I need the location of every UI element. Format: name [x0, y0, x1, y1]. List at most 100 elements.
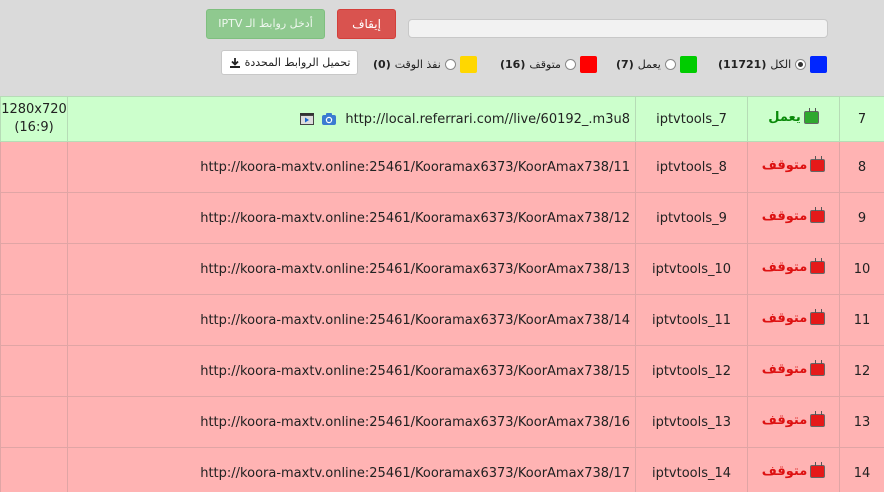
filter-all[interactable]: الكل (11721)	[718, 55, 828, 73]
channel-name-cell: iptvtools_14	[635, 447, 748, 492]
filter-stopped-count: (16)	[500, 57, 526, 71]
channel-name: iptvtools_14	[651, 465, 732, 481]
enter-links-button[interactable]: أدخل روابط الـ IPTV	[206, 9, 325, 39]
stream-url[interactable]: http://koora-maxtv.online:25461/Kooramax…	[200, 466, 630, 481]
table-row[interactable]: http://koora-maxtv.online:25461/Kooramax…	[0, 294, 884, 346]
row-number-cell: 9	[839, 192, 884, 244]
stream-url[interactable]: http://local.referrari.com//live/60192_.…	[345, 112, 630, 127]
row-number: 8	[857, 159, 867, 175]
stream-url[interactable]: http://koora-maxtv.online:25461/Kooramax…	[200, 211, 630, 226]
row-number-cell: 12	[839, 345, 884, 397]
filter-timeout-count: (0)	[373, 57, 391, 71]
resolution-value: 1280x720	[1, 102, 67, 117]
row-number-cell: 13	[839, 396, 884, 448]
filter-working-label: يعمل	[637, 57, 661, 71]
stream-url[interactable]: http://koora-maxtv.online:25461/Kooramax…	[200, 364, 630, 379]
filter-timeout-swatch	[459, 55, 477, 73]
stream-url[interactable]: http://koora-maxtv.online:25461/Kooramax…	[200, 415, 630, 430]
filter-timeout[interactable]: نفذ الوقت (0)	[373, 55, 477, 73]
status-cell: متوقف	[747, 447, 840, 492]
filter-working-swatch	[679, 55, 697, 73]
filter-timeout-label: نفذ الوقت	[394, 57, 441, 71]
status-cell: متوقف	[747, 294, 840, 346]
table-row[interactable]: http://koora-maxtv.online:25461/Kooramax…	[0, 192, 884, 244]
resolution-cell	[0, 192, 68, 244]
status-label: متوقف	[761, 209, 808, 224]
channel-name: iptvtools_11	[651, 312, 732, 328]
status-label: متوقف	[761, 311, 808, 326]
row-number-cell: 10	[839, 243, 884, 295]
table-row[interactable]: http://koora-maxtv.online:25461/Kooramax…	[0, 396, 884, 448]
table-row[interactable]: http://koora-maxtv.online:25461/Kooramax…	[0, 243, 884, 295]
url-cell: http://koora-maxtv.online:25461/Kooramax…	[67, 396, 636, 448]
row-number: 11	[853, 312, 871, 328]
channel-name: iptvtools_7	[656, 111, 727, 127]
table-row[interactable]: http://koora-maxtv.online:25461/Kooramax…	[0, 141, 884, 193]
table-row[interactable]: 1280x720 (16:9) http://local.referrari.com…	[0, 96, 884, 142]
url-cell: http://koora-maxtv.online:25461/Kooramax…	[67, 294, 636, 346]
row-number: 13	[853, 414, 871, 430]
tv-status-icon	[810, 312, 826, 325]
filter-working[interactable]: يعمل (7)	[616, 55, 697, 73]
stream-url[interactable]: http://koora-maxtv.online:25461/Kooramax…	[200, 313, 630, 328]
status-cell: متوقف	[747, 243, 840, 295]
filter-all-count: (11721)	[718, 57, 767, 71]
status-cell: متوقف	[747, 345, 840, 397]
resolution-cell	[0, 396, 68, 448]
filter-stopped-radio[interactable]	[564, 58, 576, 70]
url-cell: http://koora-maxtv.online:25461/Kooramax…	[67, 141, 636, 193]
filter-all-radio[interactable]	[795, 58, 807, 70]
row-number-cell: 11	[839, 294, 884, 346]
camera-icon[interactable]	[321, 112, 337, 126]
tv-status-icon	[803, 111, 819, 124]
stop-button[interactable]: إيقاف	[337, 9, 396, 39]
channel-name-cell: iptvtools_9	[635, 192, 748, 244]
filter-stopped-swatch	[579, 55, 597, 73]
status-label: متوقف	[761, 158, 808, 173]
row-number: 14	[853, 465, 871, 481]
status-cell: متوقف	[747, 396, 840, 448]
resolution-cell	[0, 447, 68, 492]
status-label: متوقف	[761, 413, 808, 428]
status-label: متوقف	[761, 464, 808, 479]
filter-timeout-radio[interactable]	[444, 58, 456, 70]
channel-name: iptvtools_13	[651, 414, 732, 430]
toolbar: إيقاف أدخل روابط الـ IPTV تحميل الروابط …	[0, 0, 884, 96]
tv-status-icon	[810, 261, 826, 274]
stream-url[interactable]: http://koora-maxtv.online:25461/Kooramax…	[200, 160, 630, 175]
download-selected-button[interactable]: تحميل الروابط المحددة	[221, 50, 358, 75]
status-label: متوقف	[761, 362, 808, 377]
channel-name-cell: iptvtools_7	[635, 96, 748, 142]
row-number-cell: 8	[839, 141, 884, 193]
tv-status-icon	[810, 465, 826, 478]
download-icon	[229, 57, 240, 68]
resolution-cell	[0, 345, 68, 397]
channel-name: iptvtools_9	[656, 210, 727, 226]
status-label: متوقف	[761, 260, 808, 275]
row-number: 7	[857, 111, 867, 127]
filter-stopped[interactable]: متوقف (16)	[500, 55, 597, 73]
filter-all-label: الكل	[770, 57, 792, 71]
filter-working-radio[interactable]	[664, 58, 676, 70]
url-cell: http://koora-maxtv.online:25461/Kooramax…	[67, 447, 636, 492]
aspect-ratio: (16:9)	[14, 120, 54, 135]
resolution-cell	[0, 141, 68, 193]
filter-all-swatch	[810, 55, 828, 73]
channel-name: iptvtools_8	[656, 159, 727, 175]
channel-name: iptvtools_10	[651, 261, 732, 277]
filter-stopped-label: متوقف	[529, 57, 561, 71]
table-row[interactable]: http://koora-maxtv.online:25461/Kooramax…	[0, 345, 884, 397]
progress-bar	[408, 19, 828, 38]
url-cell: http://koora-maxtv.online:25461/Kooramax…	[67, 192, 636, 244]
table-row[interactable]: http://koora-maxtv.online:25461/Kooramax…	[0, 447, 884, 492]
resolution-cell: 1280x720 (16:9)	[0, 96, 68, 142]
status-label: يعمل	[768, 110, 801, 125]
channel-name-cell: iptvtools_11	[635, 294, 748, 346]
channel-name: iptvtools_12	[651, 363, 732, 379]
resolution-cell	[0, 243, 68, 295]
row-number: 10	[853, 261, 871, 277]
video-player-icon[interactable]	[299, 112, 315, 126]
channel-name-cell: iptvtools_12	[635, 345, 748, 397]
download-label: تحميل الروابط المحددة	[244, 56, 351, 69]
stream-url[interactable]: http://koora-maxtv.online:25461/Kooramax…	[200, 262, 630, 277]
